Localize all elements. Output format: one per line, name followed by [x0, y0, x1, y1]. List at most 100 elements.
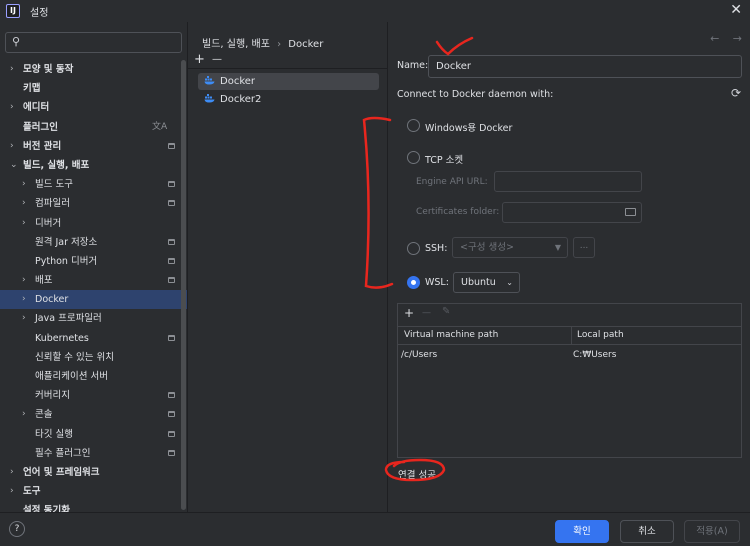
add-button[interactable]: +: [194, 52, 205, 67]
close-icon[interactable]: ✕: [730, 2, 742, 18]
sidebar-item-9[interactable]: 원격 Jar 저장소: [0, 233, 187, 252]
docker-icon: [204, 76, 215, 85]
sidebar-item-12[interactable]: › Docker: [0, 290, 187, 310]
sidebar-item-5[interactable]: ⌄ 빌드, 실행, 배포: [0, 156, 187, 175]
app-logo-icon: IJ: [6, 4, 20, 18]
project-settings-icon: [168, 200, 175, 207]
project-settings-icon: [168, 449, 175, 456]
sidebar-item-label: 배포: [35, 275, 53, 287]
sidebar-scrollbar[interactable]: [181, 60, 186, 510]
sidebar-item-14[interactable]: Kubernetes: [0, 329, 187, 348]
connection-status: 연결 성공: [398, 470, 436, 481]
sidebar-item-label: 타깃 실행: [35, 428, 73, 440]
docker-icon: [204, 94, 215, 103]
sidebar-item-20[interactable]: 필수 플러그인: [0, 444, 187, 463]
back-arrow-icon[interactable]: ←: [710, 32, 719, 45]
chevron-right-icon[interactable]: ›: [10, 482, 14, 501]
breadcrumb-parent[interactable]: 빌드, 실행, 배포: [202, 39, 270, 50]
name-field[interactable]: Docker: [428, 55, 742, 78]
cancel-button[interactable]: 취소: [620, 520, 674, 543]
chevron-right-icon[interactable]: ›: [22, 290, 26, 309]
sidebar-item-label: 도구: [23, 486, 41, 498]
chevron-right-icon[interactable]: ›: [10, 60, 14, 79]
chevron-down-icon: ⌄: [506, 278, 513, 287]
sidebar-item-18[interactable]: › 콘솔: [0, 405, 187, 424]
docker-item-1[interactable]: Docker: [198, 73, 379, 90]
sidebar-item-19[interactable]: 타깃 실행: [0, 425, 187, 444]
windows-docker-radio[interactable]: [407, 119, 420, 132]
sidebar-item-4[interactable]: › 버전 관리: [0, 137, 187, 156]
sidebar-item-13[interactable]: › Java 프로파일러: [0, 309, 187, 328]
engine-api-url-input[interactable]: [494, 171, 642, 192]
refresh-icon[interactable]: ⟳: [731, 86, 741, 100]
sidebar-item-label: Kubernetes: [35, 332, 89, 344]
column-header-vm-path[interactable]: Virtual machine path: [404, 330, 498, 340]
project-settings-icon: [168, 392, 175, 399]
chevron-right-icon[interactable]: ›: [22, 175, 26, 194]
ok-button[interactable]: 확인: [555, 520, 609, 543]
path-mappings-table: + — ✎ Virtual machine path Local path /c…: [397, 303, 742, 458]
pencil-icon[interactable]: ✎: [442, 306, 450, 317]
apply-button[interactable]: 적용(A): [684, 520, 740, 543]
chevron-right-icon[interactable]: ›: [10, 98, 14, 117]
project-settings-icon: [168, 411, 175, 418]
remove-button[interactable]: —: [212, 54, 222, 65]
sidebar-item-22[interactable]: › 도구: [0, 482, 187, 501]
column-header-local-path[interactable]: Local path: [577, 330, 624, 340]
sidebar-item-0[interactable]: › 모양 및 동작: [0, 60, 187, 79]
tcp-socket-radio[interactable]: [407, 151, 420, 164]
sidebar-item-21[interactable]: › 언어 및 프레임워크: [0, 463, 187, 482]
sidebar-item-label: Java 프로파일러: [35, 313, 102, 325]
sidebar-item-3[interactable]: 플러그인 文A: [0, 118, 187, 137]
sidebar-item-7[interactable]: › 컴파일러: [0, 194, 187, 213]
dialog-footer: ? 확인 취소 적용(A): [0, 512, 750, 546]
wsl-distro-value: Ubuntu: [461, 277, 496, 288]
sidebar-item-1[interactable]: 키맵: [0, 79, 187, 98]
chevron-right-icon[interactable]: ›: [22, 214, 26, 233]
sidebar-item-8[interactable]: › 디버거: [0, 214, 187, 233]
sidebar-item-label: 설정 동기화: [23, 505, 71, 512]
ssh-radio[interactable]: [407, 242, 420, 255]
breadcrumb-separator: ›: [277, 39, 282, 50]
chevron-right-icon[interactable]: ›: [10, 463, 14, 482]
forward-arrow-icon[interactable]: →: [733, 32, 742, 45]
nav-arrows: ← →: [710, 32, 742, 45]
search-input[interactable]: ⚲: [5, 32, 182, 53]
project-settings-icon: [168, 238, 175, 245]
sidebar-item-15[interactable]: 신뢰할 수 있는 위치: [0, 348, 187, 367]
chevron-right-icon[interactable]: ›: [22, 405, 26, 424]
sidebar-item-label: 컴파일러: [35, 198, 70, 210]
sidebar-item-10[interactable]: Python 디버거: [0, 252, 187, 271]
sidebar-item-11[interactable]: › 배포: [0, 271, 187, 290]
sidebar-item-label: 빌드 도구: [35, 179, 73, 191]
sidebar-item-label: 콘솔: [35, 409, 53, 421]
chevron-right-icon[interactable]: ›: [22, 309, 26, 328]
chevron-right-icon[interactable]: ›: [10, 137, 14, 156]
sidebar-item-17[interactable]: 커버리지: [0, 386, 187, 405]
docker-item-label: Docker: [220, 76, 256, 87]
name-label: Name:: [397, 60, 429, 71]
ssh-more-button[interactable]: ...: [573, 237, 595, 258]
divider: [188, 68, 388, 69]
add-mapping-button[interactable]: +: [404, 306, 414, 320]
folder-icon[interactable]: [625, 208, 636, 216]
chevron-right-icon[interactable]: ›: [22, 194, 26, 213]
table-row[interactable]: /c/Users C:₩Users: [398, 347, 741, 365]
remove-mapping-button[interactable]: —: [422, 308, 431, 318]
certificates-folder-input[interactable]: [502, 202, 642, 223]
sidebar-item-23[interactable]: 설정 동기화: [0, 501, 187, 512]
sidebar-item-label: 키맵: [23, 83, 41, 95]
sidebar-item-label: 빌드, 실행, 배포: [23, 159, 90, 171]
wsl-distro-select[interactable]: Ubuntu ⌄: [453, 272, 520, 293]
sidebar-item-16[interactable]: 애플리케이션 서버: [0, 367, 187, 386]
docker-item-label: Docker2: [220, 94, 262, 105]
chevron-right-icon[interactable]: ›: [22, 271, 26, 290]
sidebar-item-label: 디버거: [35, 217, 62, 229]
wsl-radio[interactable]: [407, 276, 420, 289]
help-button[interactable]: ?: [9, 521, 25, 537]
chevron-down-icon[interactable]: ⌄: [10, 156, 18, 175]
sidebar-item-6[interactable]: › 빌드 도구: [0, 175, 187, 194]
docker-item-2[interactable]: Docker2: [198, 91, 379, 108]
sidebar-item-2[interactable]: › 에디터: [0, 98, 187, 117]
ssh-config-select[interactable]: <구성 생성> ▼: [452, 237, 568, 258]
